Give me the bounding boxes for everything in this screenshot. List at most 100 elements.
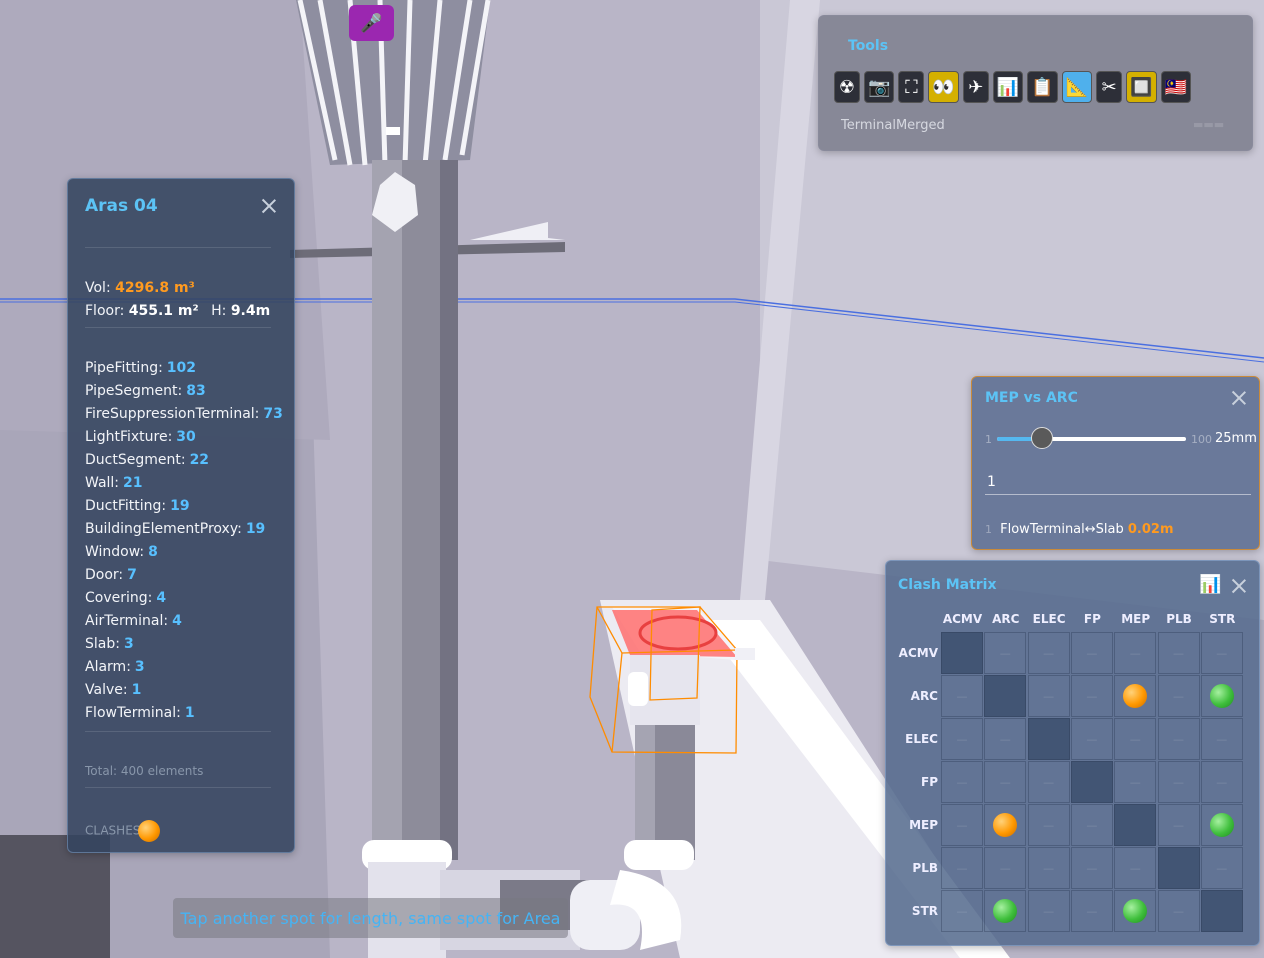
clash-result-row[interactable]: 1 FlowTerminal↔Slab 0.02m	[985, 522, 1174, 537]
matrix-cell[interactable]: —	[941, 675, 983, 717]
clash-indicator-orange[interactable]	[1123, 684, 1148, 708]
empty-cell-mark: —	[1043, 861, 1055, 875]
matrix-cell[interactable]: —	[984, 761, 1027, 803]
matrix-cell[interactable]: —	[1027, 632, 1070, 674]
matrix-cell[interactable]: —	[1070, 632, 1113, 674]
matrix-cell[interactable]: —	[984, 847, 1027, 889]
matrix-cell[interactable]: —	[1157, 890, 1200, 932]
matrix-cell[interactable]	[1114, 675, 1157, 717]
element-type-label: Door:	[85, 567, 124, 583]
radiation-tool-button[interactable]: ☢	[834, 71, 860, 103]
clash-indicator-orange[interactable]	[138, 820, 161, 842]
clashes-row[interactable]: CLASHES	[85, 820, 161, 842]
airplane-tool-button[interactable]: ✈	[962, 71, 989, 103]
matrix-cell[interactable]: —	[1027, 804, 1070, 846]
slider-thumb[interactable]	[1031, 427, 1054, 449]
matrix-cell[interactable]: —	[1027, 890, 1070, 932]
matrix-cell[interactable]	[984, 804, 1027, 846]
bar-chart-tool-button[interactable]: 📊	[992, 71, 1024, 103]
empty-cell-mark: —	[1216, 732, 1228, 746]
matrix-cell[interactable]: —	[941, 804, 983, 846]
matrix-cell[interactable]: —	[1027, 847, 1070, 889]
empty-cell-mark: —	[1086, 818, 1098, 832]
matrix-cell[interactable]	[984, 890, 1027, 932]
matrix-cell[interactable]: —	[1114, 847, 1157, 889]
matrix-cell[interactable]: —	[1157, 804, 1200, 846]
empty-cell-mark: —	[1043, 689, 1055, 703]
matrix-cell[interactable]	[1157, 847, 1200, 889]
empty-cell-mark: —	[999, 646, 1011, 660]
empty-cell-mark: —	[999, 732, 1011, 746]
bar-chart-icon[interactable]: 📊	[1199, 574, 1221, 595]
empty-cell-mark: —	[1086, 689, 1098, 703]
matrix-cell[interactable]: —	[1200, 761, 1243, 803]
clash-indicator-green[interactable]	[993, 899, 1018, 923]
clash-indicator-green[interactable]	[1209, 813, 1234, 837]
matrix-cell[interactable]	[1200, 804, 1243, 846]
volume-label: Vol:	[85, 280, 111, 296]
matrix-cell[interactable]: —	[941, 890, 983, 932]
matrix-cell[interactable]	[941, 632, 983, 674]
matrix-cell[interactable]: —	[1157, 761, 1200, 803]
matrix-cell[interactable]: —	[1157, 675, 1200, 717]
matrix-cell[interactable]: —	[941, 761, 983, 803]
fullscreen-tool-button[interactable]: ⛶	[898, 71, 925, 103]
matrix-row-header: ARC	[910, 689, 938, 703]
tolerance-slider[interactable]	[997, 437, 1186, 441]
close-icon[interactable]	[1230, 389, 1248, 407]
element-count-value: 30	[176, 429, 196, 445]
matrix-cell[interactable]: —	[1027, 761, 1070, 803]
matrix-cell[interactable]: —	[1114, 632, 1157, 674]
element-type-label: Covering:	[85, 590, 153, 606]
matrix-cell[interactable]: —	[1200, 718, 1243, 760]
empty-cell-mark: —	[999, 861, 1011, 875]
matrix-cell[interactable]: —	[1070, 718, 1113, 760]
matrix-cell[interactable]	[1200, 890, 1243, 932]
ruler-tool-button[interactable]: 📐	[1061, 71, 1093, 103]
close-icon[interactable]	[260, 197, 278, 215]
matrix-cell[interactable]: —	[984, 632, 1027, 674]
empty-cell-mark: —	[1086, 732, 1098, 746]
matrix-cell[interactable]	[1200, 675, 1243, 717]
clash-number-input[interactable]	[985, 470, 1251, 495]
microphone-icon: 🎤	[360, 12, 383, 34]
microphone-button[interactable]: 🎤	[349, 5, 394, 41]
element-type-label: Slab:	[85, 636, 120, 652]
camera-tool-button[interactable]: 📷	[864, 71, 895, 103]
matrix-cell[interactable]: —	[1070, 847, 1113, 889]
matrix-cell[interactable]: —	[941, 718, 983, 760]
matrix-cell[interactable]: —	[984, 718, 1027, 760]
matrix-cell[interactable]	[1027, 718, 1070, 760]
matrix-cell[interactable]: —	[1070, 890, 1113, 932]
clash-indicator-orange[interactable]	[993, 813, 1018, 837]
matrix-row-header: PLB	[912, 861, 938, 875]
matrix-cell[interactable]: —	[1157, 718, 1200, 760]
matrix-cell[interactable]: —	[941, 847, 983, 889]
element-count-value: 3	[123, 636, 134, 652]
clash-indicator-green[interactable]	[1123, 899, 1148, 923]
matrix-cell[interactable]	[1070, 761, 1113, 803]
matrix-cell[interactable]: —	[1114, 718, 1157, 760]
matrix-cell[interactable]: —	[1200, 632, 1243, 674]
faint-label: ▬▬▬	[1193, 118, 1225, 131]
clash-indicator-green[interactable]	[1209, 684, 1234, 708]
matrix-cell[interactable]: —	[1157, 632, 1200, 674]
matrix-cell[interactable]: —	[1027, 675, 1070, 717]
clashes-label: CLASHES	[85, 823, 141, 838]
empty-cell-mark: —	[1173, 646, 1184, 660]
close-icon[interactable]	[1230, 577, 1248, 595]
element-type-label: LightFixture:	[85, 429, 173, 445]
matrix-cell[interactable]: —	[1070, 804, 1113, 846]
matrix-cell[interactable]: —	[1200, 847, 1243, 889]
matrix-cell[interactable]: —	[1114, 761, 1157, 803]
eyes-tool-button[interactable]: 👀	[928, 71, 959, 103]
matrix-cell[interactable]: —	[1070, 675, 1113, 717]
matrix-cell[interactable]	[1114, 804, 1157, 846]
slider-min: 1	[985, 433, 992, 446]
scissors-tool-button[interactable]: ✂	[1096, 71, 1123, 103]
frame-tool-button[interactable]: 🔲	[1126, 71, 1157, 103]
malaysia-flag-tool-button[interactable]: 🇲🇾	[1160, 71, 1191, 103]
matrix-cell[interactable]	[1114, 890, 1157, 932]
matrix-cell[interactable]	[984, 675, 1027, 717]
clipboard-tool-button[interactable]: 📋	[1027, 71, 1058, 103]
